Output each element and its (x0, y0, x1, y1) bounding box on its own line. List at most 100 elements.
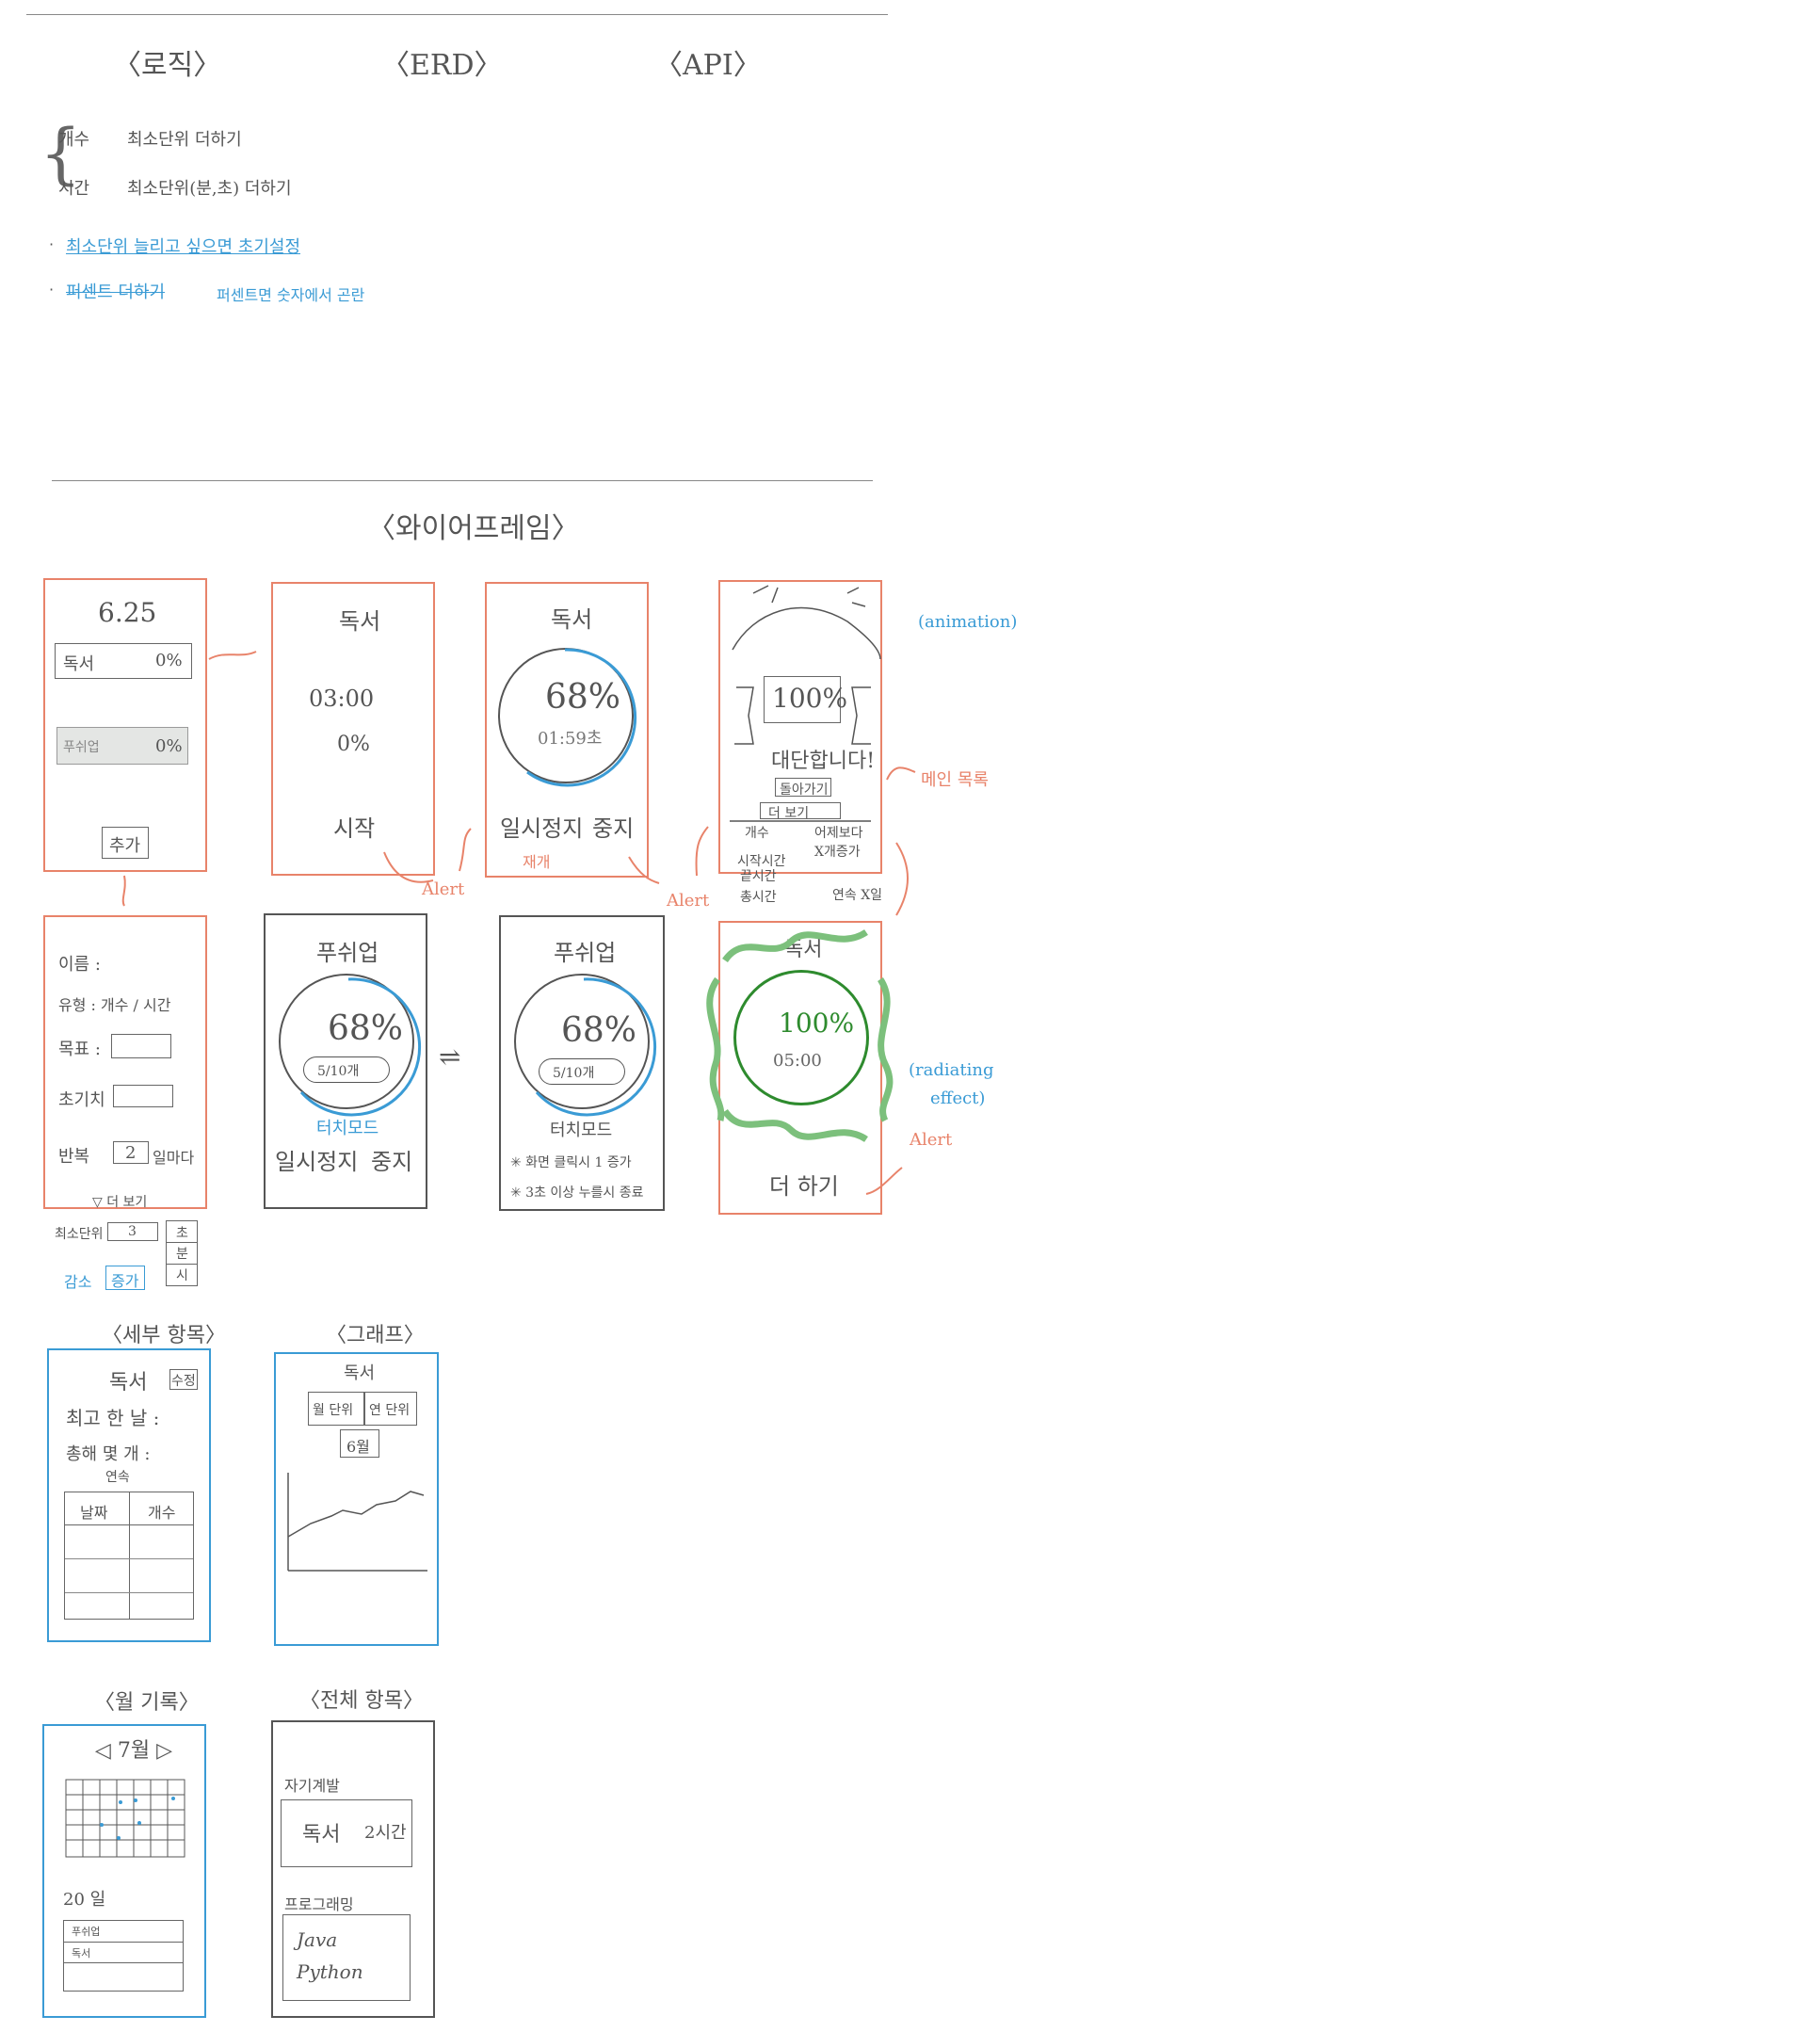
unit-min[interactable]: 분 (176, 1244, 188, 1263)
add-more-toggle[interactable]: ▽ 더 보기 (92, 1192, 147, 1211)
main-item-pushup[interactable]: 푸쉬업 0% (56, 727, 188, 765)
main-item-name: 독서 (63, 654, 95, 674)
arrow-done-done-timer (895, 842, 909, 916)
push2-title: 푸쉬업 (554, 940, 617, 966)
detail-streak: 연속 (105, 1470, 130, 1485)
item-name: 독서 (302, 1823, 341, 1847)
more-button[interactable]: 더 보기 (760, 802, 841, 821)
touch-mode-button[interactable]: 터치모드 (316, 1115, 378, 1139)
bullet-2: · (49, 281, 55, 298)
bullet-1: · (49, 235, 55, 253)
done-timer-title: 독서 (784, 938, 823, 961)
edit-button[interactable]: 수정 (169, 1369, 198, 1390)
alert-1: Alert (422, 879, 465, 899)
animation-note: (animation) (918, 612, 1018, 632)
alert-2: Alert (667, 891, 710, 911)
logic-time-label: 시간 (58, 179, 90, 199)
tab-month-unit[interactable]: 월 단위 (308, 1392, 364, 1426)
rule-2: ✳ 3초 이상 누를시 종료 (510, 1185, 644, 1201)
tab-month-unit-label: 월 단위 (313, 1403, 354, 1418)
monthly-day: 20 일 (63, 1890, 106, 1910)
effect-note-2: effect) (930, 1089, 986, 1108)
arrow-main-to-start (208, 651, 257, 660)
timer-pct: 0% (337, 733, 370, 756)
done-congrats: 대단합니다! (771, 750, 876, 773)
run-pct: 68% (545, 678, 621, 717)
back-button[interactable]: 돌아가기 (775, 778, 831, 798)
col-date: 날짜 (80, 1504, 108, 1522)
arrow-main-to-add (121, 875, 126, 907)
pause-button[interactable]: 일시정지 (275, 1143, 358, 1176)
start-button[interactable]: 시작 (333, 810, 375, 843)
table-divider (65, 1524, 193, 1525)
main-item-pct: 0% (155, 651, 183, 670)
stat-compare: 어제보다 X개증가 (814, 826, 863, 860)
section-detail: 〈세부 항목〉 (102, 1324, 226, 1347)
day-item[interactable]: 푸쉬업 (72, 1924, 100, 1939)
wireframe-divider (52, 480, 873, 481)
resume-label: 재개 (523, 853, 551, 871)
inc-button-label: 증가 (111, 1272, 139, 1290)
add-button-label: 추가 (109, 836, 141, 856)
dec-button[interactable]: 감소 (64, 1269, 91, 1292)
arrow-alert-run (459, 828, 472, 872)
timer-time: 03:00 (309, 685, 375, 712)
unit-select[interactable]: 초 분 시 (166, 1220, 198, 1286)
item-card[interactable]: 독서 2시간 (281, 1799, 412, 1867)
unit-hour[interactable]: 시 (176, 1266, 188, 1284)
main-item-reading[interactable]: 독서 0% (55, 643, 192, 679)
push2-touch-label: 터치모드 (550, 1121, 613, 1140)
lang-python: Python (297, 1960, 363, 1983)
init-input[interactable] (113, 1085, 173, 1107)
month-nav[interactable]: ◁ 7월 ▷ (95, 1734, 172, 1764)
min-unit-input[interactable]: 3 (107, 1222, 158, 1241)
screen-timer-start: 독서 03:00 0% 시작 (271, 582, 435, 876)
repeat-unit: 일마다 (153, 1149, 195, 1167)
add-repeat-label: 반복 (58, 1147, 90, 1167)
repeat-input[interactable]: 2 (113, 1141, 149, 1164)
table-divider (65, 1592, 193, 1593)
detail-table: 날짜 개수 (64, 1492, 194, 1620)
main-date: 6.25 (98, 597, 157, 628)
list-divider (64, 1942, 183, 1943)
pause-button[interactable]: 일시정지 (500, 810, 583, 843)
done-timer-pct: 100% (779, 1008, 855, 1039)
section-erd: 〈ERD〉 (381, 49, 503, 82)
swap-arrows: ⇌ (439, 1041, 461, 1072)
section-api: 〈API〉 (654, 49, 762, 82)
screen-all: 자기계발 독서 2시간 프로그래밍 Java Python (271, 1720, 435, 2018)
min-unit-label: 최소단위 (55, 1227, 104, 1242)
day-item[interactable]: 독서 (72, 1945, 90, 1960)
detail-title: 독서 (109, 1371, 148, 1395)
logic-time-desc: 최소단위(분,초) 더하기 (127, 179, 292, 199)
push1-title: 푸쉬업 (316, 940, 379, 966)
screen-done-timer: 독서 100% 05:00 더 하기 (718, 921, 882, 1215)
arrow-main-list (886, 766, 916, 781)
do-more-button[interactable]: 더 하기 (769, 1168, 839, 1201)
main-item-pct: 0% (155, 736, 183, 756)
detail-total: 총해 몇 개 : (66, 1444, 151, 1464)
screen-add: 이름 : 유형 : 개수 / 시간 목표 : 초기치 반복 2 일마다 ▽ 더 … (43, 915, 207, 1211)
stop-button[interactable]: 중지 (371, 1143, 412, 1176)
push2-count: 5/10개 (553, 1066, 595, 1081)
screen-timer-run: 독서 68% 01:59초 일시정지 중지 재개 (485, 582, 649, 878)
lang-java: Java (297, 1928, 338, 1951)
unit-sec[interactable]: 초 (176, 1223, 188, 1242)
goal-input[interactable] (111, 1034, 171, 1058)
screen-pushup-2: 푸쉬업 68% 5/10개 터치모드 ✳ 화면 클릭시 1 증가 ✳ 3초 이상… (499, 915, 665, 1211)
unit-divider (167, 1264, 197, 1265)
col-count: 개수 (148, 1504, 176, 1522)
tab-year-unit[interactable]: 연 단위 (364, 1392, 417, 1426)
inc-button[interactable]: 증가 (105, 1266, 145, 1290)
push2-pct: 68% (561, 1011, 637, 1050)
screen-detail: 독서 수정 최고 한 날 : 총해 몇 개 : 연속 날짜 개수 (47, 1348, 211, 1642)
count-pill: 5/10개 (303, 1056, 390, 1083)
lang-card[interactable]: Java Python (282, 1914, 411, 2001)
logic-note-2: 퍼센트면 숫자에서 곤란 (217, 286, 365, 304)
tab-year-unit-label: 연 단위 (369, 1403, 411, 1418)
add-button[interactable]: 추가 (102, 827, 149, 859)
stop-button[interactable]: 중지 (592, 810, 634, 843)
month-select-label: 6월 (346, 1438, 370, 1456)
effect-note-1: (radiating (909, 1060, 994, 1080)
month-select[interactable]: 6월 (340, 1429, 379, 1458)
